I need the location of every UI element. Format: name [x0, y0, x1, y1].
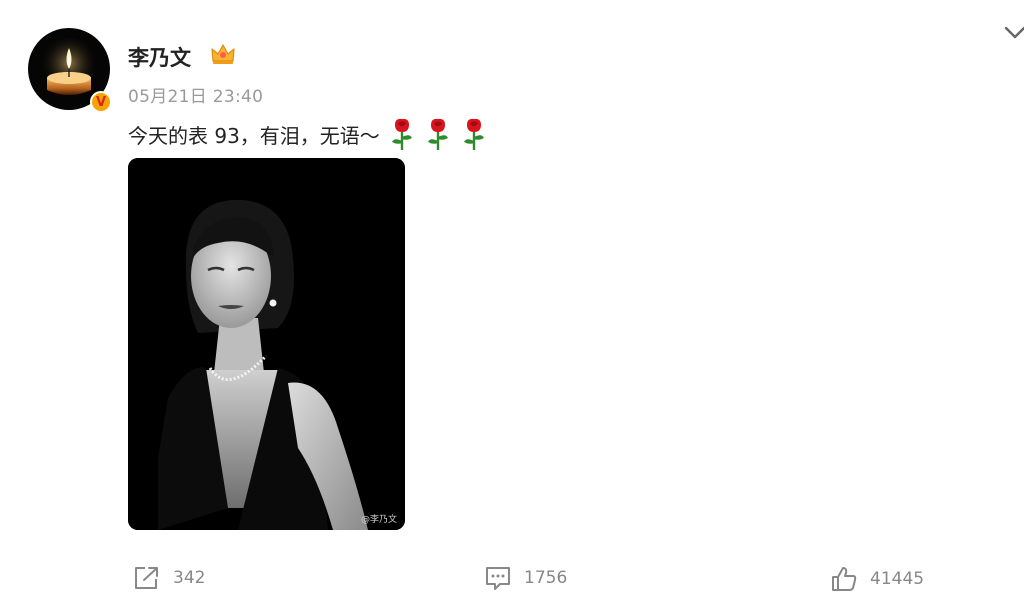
comment-count: 1756	[524, 568, 568, 588]
post-timestamp[interactable]: 05月21日 23:40	[128, 82, 263, 107]
post-image[interactable]: @李乃文	[128, 158, 405, 530]
like-count: 41445	[870, 569, 925, 589]
verified-badge: V	[90, 91, 112, 113]
chevron-down-icon[interactable]	[1000, 18, 1024, 48]
rose-icon	[391, 118, 412, 150]
rose-icon	[427, 118, 448, 150]
rose-icon	[463, 118, 484, 150]
comment-button[interactable]: 1756	[484, 565, 567, 591]
username[interactable]: 李乃文	[128, 42, 191, 72]
repost-count: 342	[173, 568, 206, 588]
comment-icon	[486, 567, 510, 590]
crown-icon[interactable]	[209, 40, 237, 68]
share-icon	[135, 567, 158, 589]
image-watermark: @李乃文	[360, 515, 397, 525]
repost-button[interactable]: 342	[133, 565, 205, 591]
portrait-photo	[128, 158, 405, 530]
like-icon	[832, 567, 857, 591]
post-content: 今天的表 93，有泪，无语～	[128, 117, 488, 151]
like-button[interactable]: 41445	[830, 565, 924, 593]
post-text: 今天的表 93，有泪，无语～	[128, 123, 380, 148]
